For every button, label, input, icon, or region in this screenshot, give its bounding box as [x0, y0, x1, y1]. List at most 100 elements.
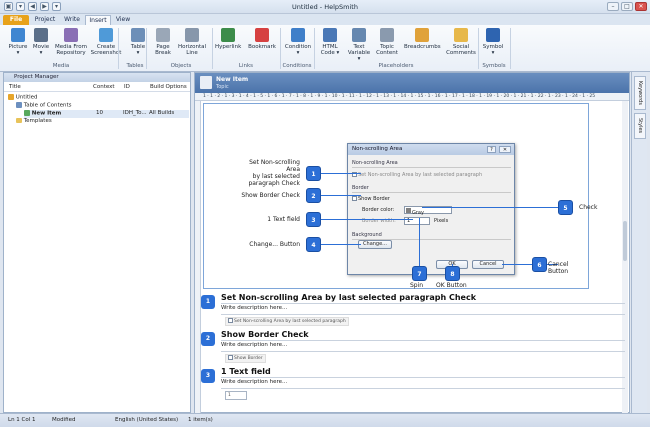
callout-line — [321, 173, 361, 174]
ribbon-button-topic[interactable]: Topic Content — [374, 28, 400, 56]
tab-file[interactable]: File — [3, 15, 29, 25]
ribbon: Picture ▾ Movie ▾ Media From Repository Create… — [0, 25, 650, 72]
divider — [221, 351, 625, 352]
border-width-unit: Pixels — [434, 218, 449, 224]
window-buttons: – □ ✕ — [607, 2, 647, 11]
show-border-check[interactable]: Show Border — [352, 196, 511, 202]
ribbon-button-page[interactable]: Page Break — [153, 28, 173, 56]
callout-line — [321, 244, 361, 245]
status-modified: Modified — [52, 417, 76, 423]
callout-7-label: Spin — [410, 282, 424, 289]
col-context[interactable]: Context — [93, 84, 115, 90]
group-header: Non-scrolling Area — [352, 160, 511, 168]
col-id[interactable]: ID — [124, 84, 130, 90]
tree-item-templates[interactable]: Templates — [16, 118, 52, 125]
ribbon-sublabel: ▾ — [491, 50, 495, 56]
col-title[interactable]: Title — [9, 84, 21, 90]
section-1: 1 Set Non-scrolling Area by last selecte… — [201, 293, 625, 333]
tab-view[interactable]: View — [112, 15, 134, 25]
non-scrolling-group: Non-scrolling Area Set Non-scrolling Are… — [352, 160, 511, 178]
tree-item-new-item[interactable]: New Item 10 IDH_To... All Builds — [24, 110, 189, 118]
ribbon-group-label: Objects — [170, 63, 192, 69]
divider — [221, 303, 625, 304]
ribbon-button-social[interactable]: Social Comments — [444, 28, 478, 56]
maximize-button[interactable]: □ — [621, 2, 633, 11]
col-build-options[interactable]: Build Options — [150, 84, 187, 90]
tree-context: 10 — [96, 110, 103, 116]
ribbon-separator — [118, 28, 119, 69]
callout-8: 8 — [445, 266, 460, 281]
callout-4: 4 — [306, 237, 321, 252]
ribbon-sublabel: Variable ▾ — [347, 50, 371, 62]
ribbon-button-table[interactable]: Table ▾ — [128, 28, 148, 56]
set-non-scrolling-check[interactable]: Set Non-scrolling Area by last selected … — [352, 172, 511, 178]
checkbox-icon — [228, 355, 233, 360]
section-description[interactable]: Write description here... — [221, 342, 287, 348]
section-description[interactable]: Write description here... — [221, 305, 287, 311]
window-title: Untitled - HelpSmith — [292, 3, 358, 11]
tree-item-toc[interactable]: Table of Contents — [16, 102, 72, 110]
ribbon-separator — [146, 28, 147, 69]
topic-icon — [200, 76, 212, 89]
tab-styles[interactable]: Styles — [634, 113, 646, 139]
ribbon-icon — [291, 28, 305, 42]
ribbon-button-bookmark[interactable]: Bookmark — [248, 28, 276, 50]
scroll-thumb[interactable] — [623, 221, 627, 261]
tree-build: All Builds — [149, 110, 175, 116]
ribbon-group-label: Media — [52, 63, 70, 69]
tab-project[interactable]: Project — [31, 15, 59, 25]
section-title[interactable]: Set Non-scrolling Area by last selected … — [221, 293, 476, 302]
screenshot-canvas[interactable]: Non-scrolling Area ? ✕ Non-scrolling Are… — [203, 103, 597, 289]
ribbon-sublabel: ▾ — [39, 50, 43, 56]
tree-item-untitled[interactable]: Untitled — [8, 94, 38, 102]
divider — [221, 314, 625, 315]
ribbon-button-condition[interactable]: Condition ▾ — [284, 28, 312, 56]
ribbon-icon — [415, 28, 429, 42]
dialog-close-button[interactable]: ✕ — [499, 146, 511, 153]
help-button[interactable]: ? — [487, 146, 496, 153]
section-image: Show Border — [225, 354, 266, 363]
checkbox[interactable] — [352, 196, 357, 201]
change-button[interactable]: Change... — [358, 240, 392, 249]
ribbon-button-hyperlink[interactable]: Hyperlink — [215, 28, 241, 50]
ribbon-button-picture[interactable]: Picture ▾ — [8, 28, 28, 56]
callout-6-label: Cancel Button — [548, 261, 569, 275]
ribbon-group-label: Conditions — [282, 63, 312, 69]
ruler-numbers: 1 · 1 · 2 · 1 · 3 · 1 · 4 · 1 · 5 · 1 · … — [203, 94, 596, 99]
tab-keywords[interactable]: Keywords — [634, 76, 646, 110]
ribbon-label: Hyperlink — [215, 44, 242, 50]
ribbon-icon — [64, 28, 78, 42]
editor-pane: New Item Topic 1 · 1 · 2 · 1 · 3 · 1 · 4… — [194, 72, 630, 414]
border-color-row: Border color: Gray — [352, 206, 511, 216]
ribbon-button-breadcrumbs[interactable]: Breadcrumbs — [404, 28, 441, 50]
section-title[interactable]: Show Border Check — [221, 330, 309, 339]
ribbon-icon — [323, 28, 337, 42]
ribbon-sublabel: Repository — [56, 50, 86, 56]
ribbon-group-label: Tables — [126, 63, 144, 69]
ruler[interactable]: 1 · 1 · 2 · 1 · 3 · 1 · 4 · 1 · 5 · 1 · … — [195, 93, 629, 101]
ribbon-button-text[interactable]: Text Variable ▾ — [346, 28, 372, 62]
chip-label: Set Non-scrolling Area by last selected … — [234, 319, 346, 324]
section-title[interactable]: 1 Text field — [221, 367, 271, 376]
ribbon-button-symbol[interactable]: Symbol ▾ — [482, 28, 504, 56]
section-description[interactable]: Write description here... — [221, 379, 287, 385]
panel-title: Project Manager — [4, 73, 190, 82]
ribbon-icon — [221, 28, 235, 42]
cancel-button[interactable]: Cancel — [472, 260, 504, 269]
ribbon-button-movie[interactable]: Movie ▾ — [31, 28, 51, 56]
status-bar: Ln 1 Col 1 Modified English (United Stat… — [0, 413, 650, 427]
tab-write[interactable]: Write — [60, 15, 84, 25]
border-color-label: Border color: — [362, 207, 395, 213]
project-manager-panel: Project Manager Title Context ID Build O… — [3, 72, 191, 413]
minimize-button[interactable]: – — [607, 2, 619, 11]
ribbon-button-media-from[interactable]: Media From Repository — [55, 28, 87, 56]
close-button[interactable]: ✕ — [635, 2, 647, 11]
ribbon-button-horizontal[interactable]: Horizontal Line — [177, 28, 207, 56]
callout-5-label: Check — [579, 204, 598, 211]
group-header: Border — [352, 185, 511, 193]
ribbon-button-html[interactable]: HTML Code ▾ — [319, 28, 341, 56]
callout-7: 7 — [412, 266, 427, 281]
tab-insert[interactable]: Insert — [85, 15, 111, 25]
callout-1: 1 — [306, 166, 321, 181]
callout-6: 6 — [532, 257, 547, 272]
